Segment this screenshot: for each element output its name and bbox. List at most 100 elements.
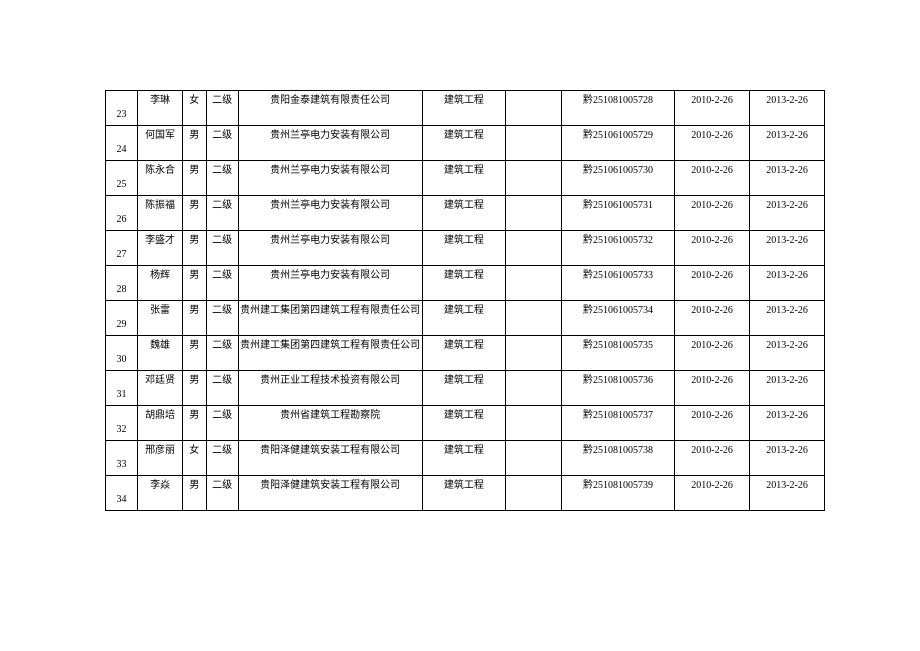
empty-cell — [506, 266, 562, 301]
row-number-cell: 25 — [106, 161, 138, 196]
company-cell: 贵州兰亭电力安装有限公司 — [238, 196, 422, 231]
company-cell: 贵州兰亭电力安装有限公司 — [238, 266, 422, 301]
table-row: 29张雷男二级贵州建工集团第四建筑工程有限责任公司建筑工程黔2510610057… — [106, 301, 825, 336]
cert-number-cell: 黔251061005732 — [561, 231, 674, 266]
row-number-cell: 29 — [106, 301, 138, 336]
cert-number-cell: 黔251061005733 — [561, 266, 674, 301]
row-number-cell: 32 — [106, 406, 138, 441]
date1-cell: 2010-2-26 — [675, 266, 750, 301]
gender-cell: 女 — [183, 91, 207, 126]
name-cell: 魏雄 — [138, 336, 183, 371]
gender-cell: 男 — [183, 196, 207, 231]
level-cell: 二级 — [206, 196, 238, 231]
category-cell: 建筑工程 — [422, 231, 505, 266]
table-row: 23李琳女二级贵阳金泰建筑有限责任公司建筑工程黔2510810057282010… — [106, 91, 825, 126]
name-cell: 李琳 — [138, 91, 183, 126]
gender-cell: 男 — [183, 301, 207, 336]
gender-cell: 男 — [183, 266, 207, 301]
gender-cell: 女 — [183, 441, 207, 476]
empty-cell — [506, 441, 562, 476]
name-cell: 邓廷贤 — [138, 371, 183, 406]
date2-cell: 2013-2-26 — [750, 91, 825, 126]
cert-number-cell: 黔251061005729 — [561, 126, 674, 161]
company-cell: 贵阳金泰建筑有限责任公司 — [238, 91, 422, 126]
table-row: 31邓廷贤男二级贵州正业工程技术投资有限公司建筑工程黔2510810057362… — [106, 371, 825, 406]
category-cell: 建筑工程 — [422, 196, 505, 231]
empty-cell — [506, 231, 562, 266]
name-cell: 邢彦丽 — [138, 441, 183, 476]
empty-cell — [506, 476, 562, 511]
company-cell: 贵州兰亭电力安装有限公司 — [238, 161, 422, 196]
date1-cell: 2010-2-26 — [675, 336, 750, 371]
gender-cell: 男 — [183, 126, 207, 161]
level-cell: 二级 — [206, 406, 238, 441]
date2-cell: 2013-2-26 — [750, 161, 825, 196]
empty-cell — [506, 161, 562, 196]
cert-number-cell: 黔251081005737 — [561, 406, 674, 441]
table-row: 27李盛才男二级贵州兰亭电力安装有限公司建筑工程黔251061005732201… — [106, 231, 825, 266]
company-cell: 贵阳泽健建筑安装工程有限公司 — [238, 441, 422, 476]
date1-cell: 2010-2-26 — [675, 91, 750, 126]
category-cell: 建筑工程 — [422, 161, 505, 196]
category-cell: 建筑工程 — [422, 266, 505, 301]
date1-cell: 2010-2-26 — [675, 231, 750, 266]
name-cell: 张雷 — [138, 301, 183, 336]
level-cell: 二级 — [206, 301, 238, 336]
row-number-cell: 28 — [106, 266, 138, 301]
row-number-cell: 33 — [106, 441, 138, 476]
empty-cell — [506, 406, 562, 441]
date2-cell: 2013-2-26 — [750, 441, 825, 476]
level-cell: 二级 — [206, 371, 238, 406]
category-cell: 建筑工程 — [422, 126, 505, 161]
name-cell: 胡鼎培 — [138, 406, 183, 441]
gender-cell: 男 — [183, 231, 207, 266]
category-cell: 建筑工程 — [422, 301, 505, 336]
cert-number-cell: 黔251061005731 — [561, 196, 674, 231]
date2-cell: 2013-2-26 — [750, 266, 825, 301]
date1-cell: 2010-2-26 — [675, 196, 750, 231]
name-cell: 李焱 — [138, 476, 183, 511]
name-cell: 陈振福 — [138, 196, 183, 231]
gender-cell: 男 — [183, 336, 207, 371]
company-cell: 贵州正业工程技术投资有限公司 — [238, 371, 422, 406]
cert-number-cell: 黔251081005736 — [561, 371, 674, 406]
level-cell: 二级 — [206, 161, 238, 196]
cert-number-cell: 黔251061005730 — [561, 161, 674, 196]
row-number-cell: 24 — [106, 126, 138, 161]
date2-cell: 2013-2-26 — [750, 406, 825, 441]
cert-number-cell: 黔251081005738 — [561, 441, 674, 476]
table-row: 28杨辉男二级贵州兰亭电力安装有限公司建筑工程 黔2510610057332010… — [106, 266, 825, 301]
empty-cell — [506, 336, 562, 371]
data-table: 23李琳女二级贵阳金泰建筑有限责任公司建筑工程黔2510810057282010… — [105, 90, 825, 511]
date1-cell: 2010-2-26 — [675, 406, 750, 441]
row-number-cell: 27 — [106, 231, 138, 266]
date2-cell: 2013-2-26 — [750, 476, 825, 511]
level-cell: 二级 — [206, 476, 238, 511]
date2-cell: 2013-2-26 — [750, 371, 825, 406]
empty-cell — [506, 196, 562, 231]
table-row: 33邢彦丽女二级贵阳泽健建筑安装工程有限公司建筑工程黔2510810057382… — [106, 441, 825, 476]
company-cell: 贵州建工集团第四建筑工程有限责任公司 — [238, 336, 422, 371]
date1-cell: 2010-2-26 — [675, 126, 750, 161]
gender-cell: 男 — [183, 406, 207, 441]
level-cell: 二级 — [206, 91, 238, 126]
category-cell: 建筑工程 — [422, 336, 505, 371]
row-number-cell: 34 — [106, 476, 138, 511]
gender-cell: 男 — [183, 371, 207, 406]
name-cell: 何国军 — [138, 126, 183, 161]
date2-cell: 2013-2-26 — [750, 231, 825, 266]
name-cell: 杨辉 — [138, 266, 183, 301]
gender-cell: 男 — [183, 476, 207, 511]
gender-cell: 男 — [183, 161, 207, 196]
category-cell: 建筑工程 — [422, 371, 505, 406]
table-row: 32胡鼎培男二级贵州省建筑工程勘察院建筑工程黔2510810057372010-… — [106, 406, 825, 441]
empty-cell — [506, 301, 562, 336]
empty-cell — [506, 91, 562, 126]
cert-number-cell: 黔251081005739 — [561, 476, 674, 511]
level-cell: 二级 — [206, 266, 238, 301]
company-cell: 贵州兰亭电力安装有限公司 — [238, 126, 422, 161]
cert-number-cell: 黔251061005734 — [561, 301, 674, 336]
row-number-cell: 23 — [106, 91, 138, 126]
date2-cell: 2013-2-26 — [750, 301, 825, 336]
table-row: 30魏雄男二级贵州建工集团第四建筑工程有限责任公司建筑工程黔2510810057… — [106, 336, 825, 371]
